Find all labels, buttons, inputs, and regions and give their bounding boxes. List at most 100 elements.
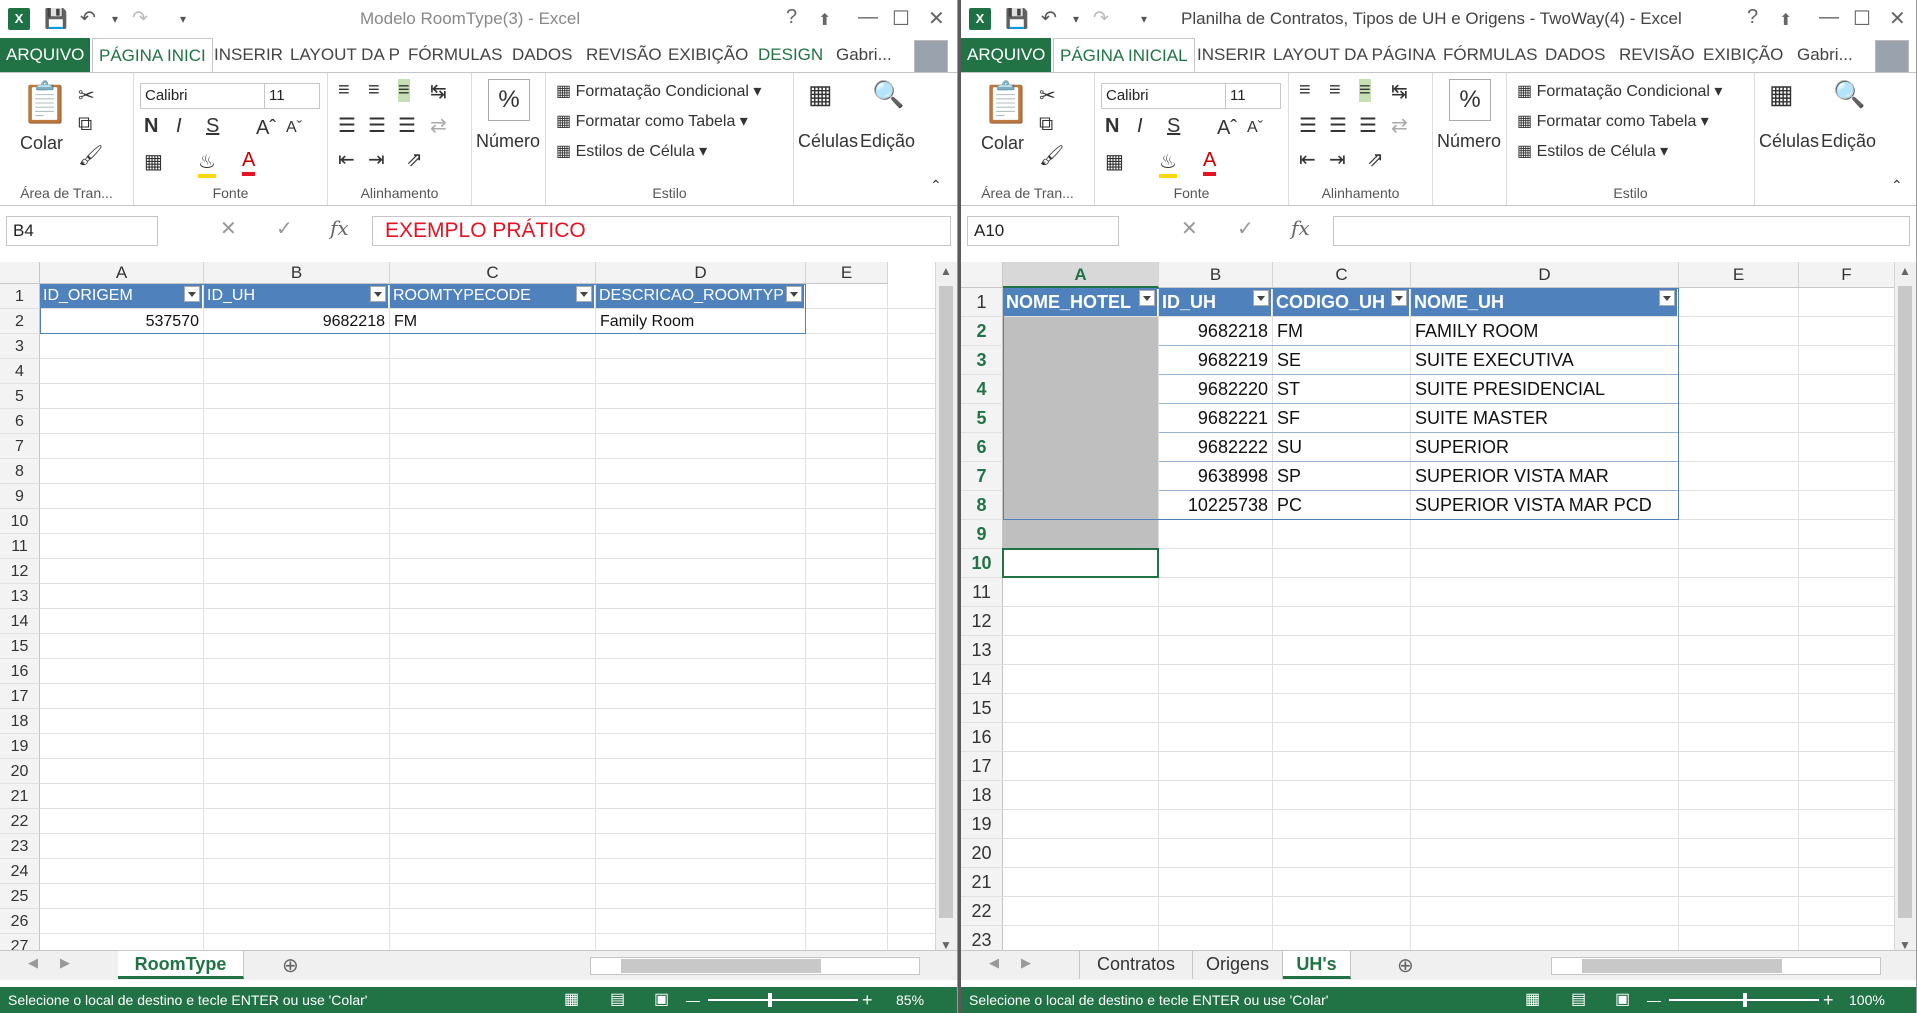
collapse-ribbon-icon[interactable]: ⌃	[1891, 177, 1903, 194]
help-icon[interactable]: ?	[786, 6, 797, 29]
insert-function-icon[interactable]: fx	[1291, 216, 1310, 240]
align-left-icon[interactable]: ☰	[338, 113, 356, 138]
table-header-id-origem[interactable]: ID_ORIGEM	[40, 284, 203, 308]
row-header-16[interactable]: 16	[961, 723, 1003, 752]
format-painter-icon[interactable]: 🖌	[1039, 143, 1064, 168]
zoom-out-icon[interactable]: —	[686, 987, 700, 1013]
column-header-d[interactable]: D	[596, 262, 806, 284]
row-header-16[interactable]: 16	[0, 659, 40, 684]
zoom-level[interactable]: 100%	[1849, 987, 1885, 1013]
table-cell[interactable]: SU	[1273, 433, 1410, 462]
row-header-1[interactable]: 1	[0, 284, 40, 309]
align-middle-icon[interactable]: ≡	[368, 79, 380, 102]
table-header-descricao-roomtyp[interactable]: DESCRICAO_ROOMTYP	[596, 284, 805, 308]
increase-indent-icon[interactable]: ⇥	[1329, 147, 1346, 172]
ribbon-display-icon[interactable]: ⬆	[818, 10, 831, 30]
row-header-2[interactable]: 2	[961, 317, 1003, 346]
undo-dropdown-icon[interactable]: ▾	[1073, 12, 1079, 26]
zoom-in-icon[interactable]: +	[1823, 987, 1834, 1013]
column-header-b[interactable]: B	[204, 262, 390, 284]
table-cell[interactable]: FM	[390, 309, 595, 334]
conditional-format-button[interactable]: ▦ Formatação Condicional ▾	[556, 81, 761, 101]
row-header-2[interactable]: 2	[0, 309, 40, 334]
tab-exibicao[interactable]: EXIBIÇÃO	[1697, 38, 1789, 72]
worksheet-grid[interactable]: A B C D E F 1 2 3 4 5 6 7 8 9 10 11 12 13 14 15 16 17 18 19 20 21 2…	[961, 262, 1916, 954]
row-header-15[interactable]: 15	[0, 634, 40, 659]
cell-styles-button[interactable]: ▦ Estilos de Célula ▾	[1517, 141, 1668, 161]
user-name[interactable]: Gabri...	[836, 38, 892, 72]
zoom-level[interactable]: 85%	[896, 987, 924, 1013]
conditional-format-button[interactable]: ▦ Formatação Condicional ▾	[1517, 81, 1722, 101]
binoculars-icon[interactable]: 🔍	[872, 79, 904, 110]
row-header-20[interactable]: 20	[0, 759, 40, 784]
redo-icon[interactable]: ↷	[132, 7, 148, 30]
row-header-21[interactable]: 21	[961, 868, 1003, 897]
row-header-5[interactable]: 5	[0, 384, 40, 409]
name-box[interactable]: A10	[967, 216, 1119, 246]
save-icon[interactable]: 💾	[44, 7, 68, 31]
borders-icon[interactable]: ▦	[144, 149, 163, 174]
row-header-13[interactable]: 13	[0, 584, 40, 609]
increase-font-icon[interactable]: Aˆ	[1217, 117, 1237, 140]
font-color-icon[interactable]: A	[1203, 149, 1217, 176]
table-header-roomtypecode[interactable]: ROOMTYPECODE	[390, 284, 595, 308]
number-label[interactable]: Número	[1437, 131, 1501, 152]
table-cell[interactable]: SE	[1273, 346, 1410, 375]
percent-icon[interactable]: %	[1449, 79, 1491, 121]
help-icon[interactable]: ?	[1747, 6, 1758, 29]
copy-icon[interactable]: ⧉	[78, 113, 92, 136]
maximize-icon[interactable]: ☐	[1853, 6, 1871, 31]
table-cell[interactable]: SP	[1273, 462, 1410, 491]
tab-formulas[interactable]: FÓRMULAS	[402, 38, 508, 72]
next-sheet-icon[interactable]: ▶	[1021, 955, 1031, 971]
cells-label[interactable]: Células	[798, 131, 858, 152]
avatar[interactable]	[914, 40, 948, 74]
filter-dropdown-icon[interactable]	[370, 286, 386, 302]
page-layout-icon[interactable]: ▤	[1571, 987, 1586, 1013]
table-cell[interactable]: SUITE EXECUTIVA	[1411, 346, 1678, 375]
editing-label[interactable]: Edição	[860, 131, 915, 152]
row-header-15[interactable]: 15	[961, 694, 1003, 723]
increase-font-icon[interactable]: Aˆ	[256, 117, 276, 140]
binoculars-icon[interactable]: 🔍	[1833, 79, 1865, 110]
undo-icon[interactable]: ↶	[80, 7, 96, 30]
cut-icon[interactable]: ✂	[78, 83, 95, 108]
format-table-button[interactable]: ▦ Formatar como Tabela ▾	[556, 111, 748, 131]
cells-icon[interactable]: ▦	[808, 79, 833, 110]
copy-icon[interactable]: ⧉	[1039, 113, 1053, 136]
filter-dropdown-icon[interactable]	[184, 286, 200, 302]
filter-dropdown-icon[interactable]	[786, 286, 802, 302]
table-cell[interactable]: SUPERIOR VISTA MAR PCD	[1411, 491, 1678, 520]
cell-styles-button[interactable]: ▦ Estilos de Célula ▾	[556, 141, 707, 161]
tab-revisao[interactable]: REVISÃO	[580, 38, 668, 72]
row-header-14[interactable]: 14	[0, 609, 40, 634]
table-cell[interactable]: SUPERIOR VISTA MAR	[1411, 462, 1678, 491]
cut-icon[interactable]: ✂	[1039, 83, 1056, 108]
row-header-12[interactable]: 12	[961, 607, 1003, 636]
row-header-6[interactable]: 6	[961, 433, 1003, 462]
row-header-4[interactable]: 4	[961, 375, 1003, 404]
tab-arquivo[interactable]: ARQUIVO	[961, 38, 1052, 72]
close-icon[interactable]: ✕	[928, 6, 945, 31]
row-header-5[interactable]: 5	[961, 404, 1003, 433]
underline-icon[interactable]: S	[1167, 115, 1180, 138]
row-header-24[interactable]: 24	[0, 859, 40, 884]
row-header-18[interactable]: 18	[961, 781, 1003, 810]
table-cell[interactable]: FAMILY ROOM	[1411, 317, 1678, 346]
decrease-font-icon[interactable]: Aˇ	[1247, 119, 1263, 137]
column-header-a[interactable]: A	[1003, 262, 1159, 288]
table-header-nome-hotel[interactable]: NOME_HOTEL	[1003, 288, 1158, 316]
align-bottom-icon[interactable]: ≡	[1359, 79, 1371, 102]
cancel-icon[interactable]: ✕	[1181, 216, 1198, 241]
undo-dropdown-icon[interactable]: ▾	[112, 12, 118, 26]
row-header-11[interactable]: 11	[0, 534, 40, 559]
row-header-17[interactable]: 17	[0, 684, 40, 709]
table-cell[interactable]: 9682218	[204, 309, 389, 334]
decrease-indent-icon[interactable]: ⇤	[1299, 147, 1316, 172]
format-table-button[interactable]: ▦ Formatar como Tabela ▾	[1517, 111, 1709, 131]
tab-design[interactable]: DESIGN	[752, 38, 829, 72]
row-header-13[interactable]: 13	[961, 636, 1003, 665]
scroll-up-icon[interactable]: ▲	[940, 264, 952, 278]
name-box[interactable]: B4	[6, 216, 158, 246]
row-header-9[interactable]: 9	[0, 484, 40, 509]
